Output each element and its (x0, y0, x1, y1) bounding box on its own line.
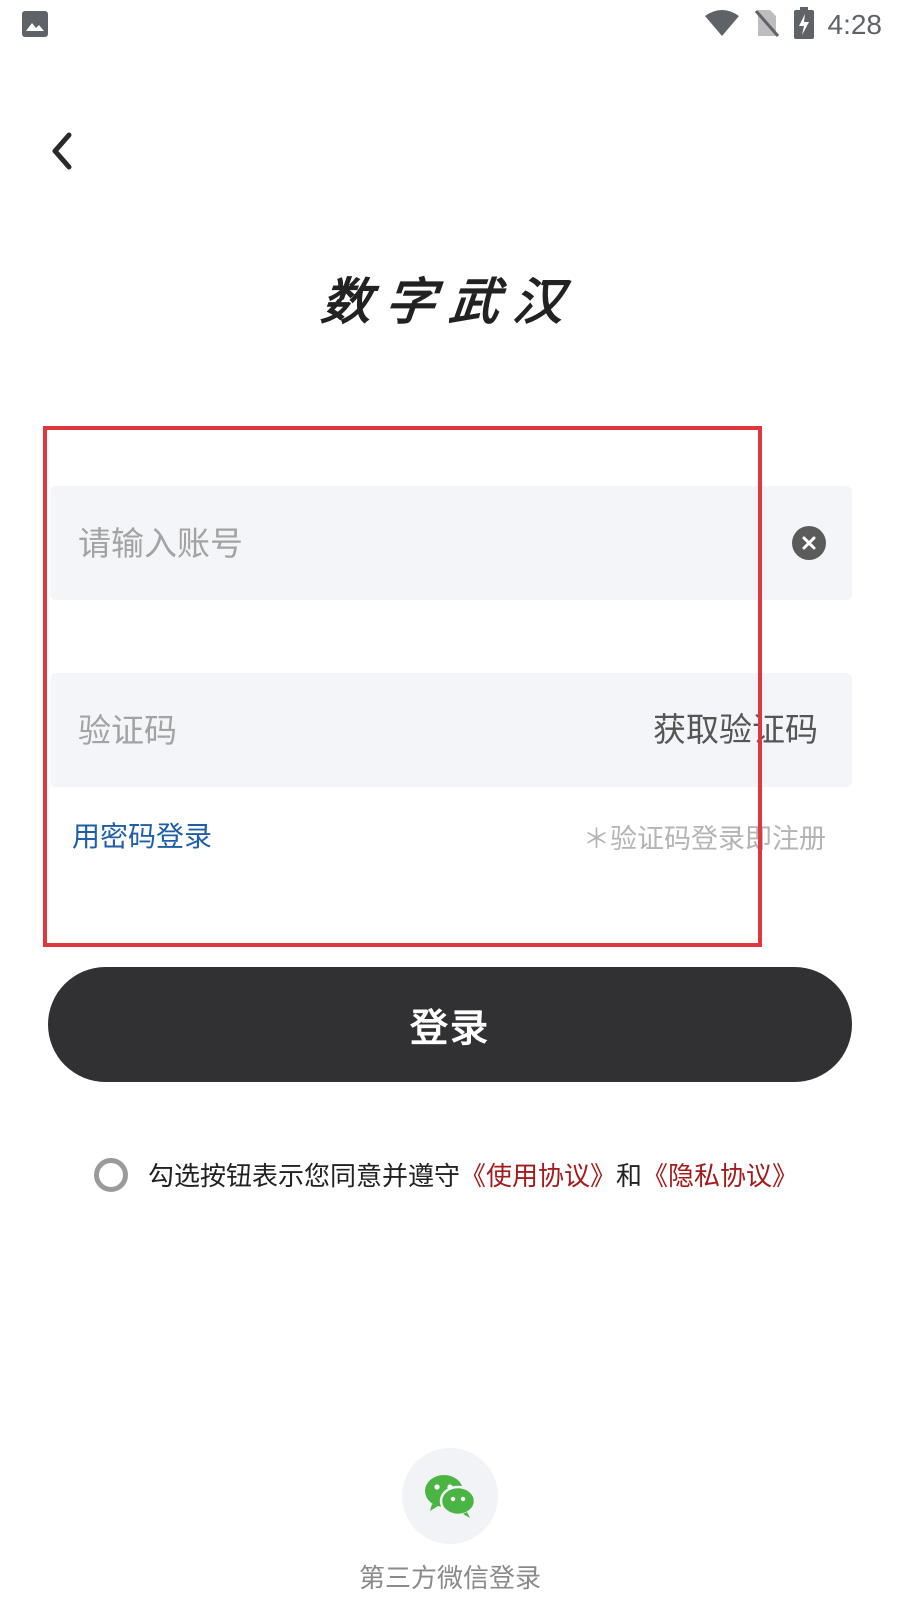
verification-code-input[interactable] (78, 673, 598, 787)
register-hint: ＊验证码登录即注册 (583, 824, 826, 855)
app-logo-text: 数字武汉 (318, 272, 581, 331)
no-sim-icon (754, 8, 780, 42)
wechat-login-button[interactable] (402, 1448, 498, 1544)
agreement-row: 勾选按钮表示您同意并遵守 《使用协议》 和 《隐私协议》 (94, 1156, 798, 1193)
back-button[interactable] (42, 128, 82, 174)
agreement-radio[interactable] (94, 1157, 128, 1192)
privacy-link[interactable]: 《隐私协议》 (642, 1156, 798, 1193)
wechat-icon (425, 1475, 477, 1518)
status-time: 4:28 (827, 9, 883, 40)
clear-account-button[interactable] (792, 526, 826, 560)
get-code-button[interactable]: 获取验证码 (653, 673, 818, 787)
account-field (50, 486, 852, 600)
status-bar: 4:28 (0, 0, 900, 50)
wifi-icon (704, 9, 740, 41)
chevron-left-icon (52, 132, 72, 170)
battery-charging-icon (793, 7, 814, 43)
agreement-conjunction: 和 (616, 1162, 643, 1192)
verification-code-field: 获取验证码 (50, 673, 852, 787)
login-button[interactable]: 登录 (48, 967, 852, 1082)
agreement-prefix: 勾选按钮表示您同意并遵守 (148, 1162, 461, 1192)
close-icon (802, 536, 816, 550)
password-login-link[interactable]: 用密码登录 (72, 815, 212, 855)
terms-link[interactable]: 《使用协议》 (460, 1156, 616, 1193)
wechat-login-label: 第三方微信登录 (358, 1564, 541, 1594)
status-icons: 4:28 (704, 6, 883, 44)
account-input[interactable] (78, 486, 598, 600)
image-notification-icon (22, 11, 48, 37)
